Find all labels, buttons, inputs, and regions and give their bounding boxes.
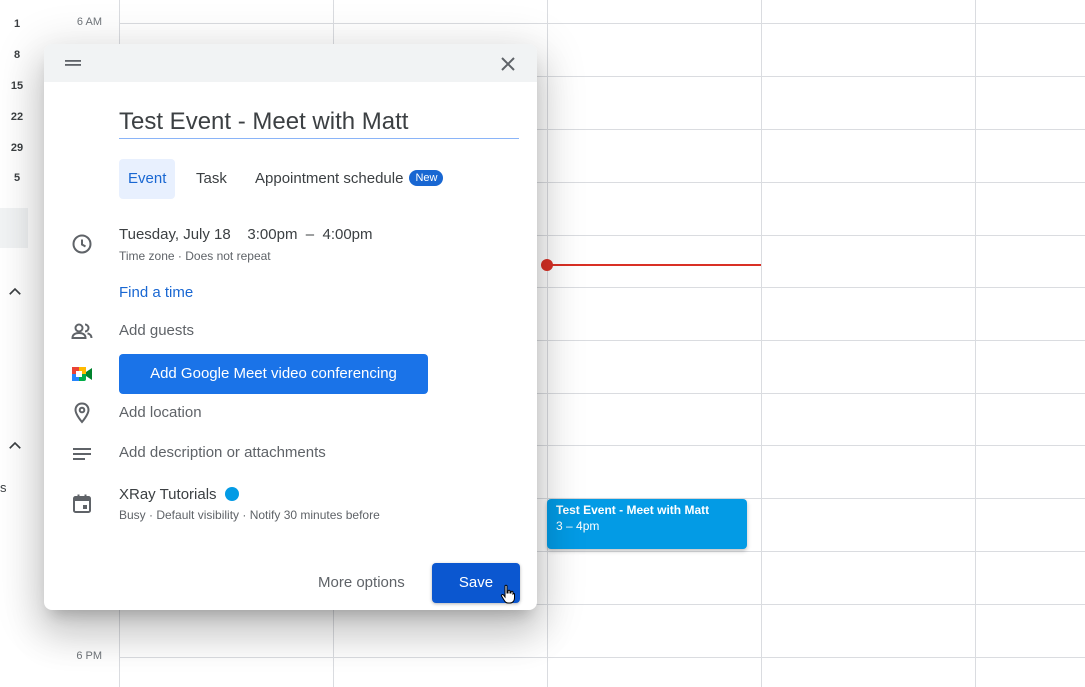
event-datetime[interactable]: Tuesday, July 18 3:00pm – 4:00pm: [119, 226, 373, 243]
mini-calendar-date[interactable]: 1: [0, 18, 34, 30]
description-icon: [73, 448, 91, 460]
tab-label: Event: [128, 170, 167, 187]
hour-line: [119, 23, 1085, 24]
new-badge: New: [409, 170, 444, 187]
tab-event[interactable]: Event: [119, 159, 176, 199]
calendar-icon: [73, 494, 91, 513]
calendar-selector[interactable]: XRay Tutorials: [119, 486, 239, 503]
time-separator: –: [305, 226, 315, 243]
add-google-meet-button[interactable]: Add Google Meet video conferencing: [119, 354, 428, 394]
day-divider: [547, 0, 548, 687]
people-icon: [71, 323, 93, 339]
tab-label: Appointment schedule: [255, 170, 404, 187]
close-icon[interactable]: [496, 52, 520, 76]
calendar-color-dot[interactable]: [224, 487, 239, 501]
calendar-name: XRay Tutorials: [119, 486, 217, 503]
event-end-time[interactable]: 4:00pm: [322, 226, 372, 243]
event-title-input[interactable]: [119, 106, 519, 139]
event-block-title: Test Event - Meet with Matt: [556, 503, 710, 517]
chevron-up-icon[interactable]: [6, 283, 24, 301]
mini-calendar-date[interactable]: 5: [0, 172, 34, 184]
sidebar-text-fragment: s: [0, 480, 7, 495]
calendar-event-block[interactable]: Test Event - Meet with Matt 3 – 4pm: [547, 499, 747, 549]
add-guests[interactable]: Add guests: [119, 322, 194, 339]
mini-calendar-date[interactable]: 29: [0, 142, 34, 154]
location-pin-icon: [74, 402, 90, 424]
tab-label: Task: [196, 170, 227, 187]
google-meet-icon: [72, 367, 92, 381]
drag-handle-icon[interactable]: [65, 58, 81, 68]
chevron-up-icon[interactable]: [6, 437, 24, 455]
day-divider: [975, 0, 976, 687]
clock-icon: [72, 234, 92, 254]
hour-line: [119, 657, 1085, 658]
time-label-6am: 6 AM: [76, 16, 102, 28]
current-time-dot: [541, 259, 553, 271]
more-options-button[interactable]: More options: [304, 563, 419, 603]
timezone-repeat-line[interactable]: Time zone · Does not repeat: [119, 249, 271, 263]
add-description[interactable]: Add description or attachments: [119, 444, 326, 461]
hand-cursor-icon: [500, 584, 515, 604]
find-a-time-link[interactable]: Find a time: [119, 284, 193, 301]
mini-calendar-selected-week: [0, 208, 28, 248]
time-label-6pm: 6 PM: [76, 650, 102, 662]
tab-appointment-schedule[interactable]: Appointment schedule New: [255, 159, 444, 199]
dialog-header[interactable]: [44, 44, 537, 82]
event-block-time: 3 – 4pm: [556, 519, 600, 533]
add-location[interactable]: Add location: [119, 404, 202, 421]
mini-calendar-date[interactable]: 15: [0, 80, 34, 92]
current-time-line: [547, 264, 761, 266]
day-divider: [761, 0, 762, 687]
mini-calendar-date[interactable]: 8: [0, 49, 34, 61]
mini-calendar-date[interactable]: 22: [0, 111, 34, 123]
event-dialog: Event Task Appointment schedule New Tuesd…: [44, 44, 537, 610]
calendar-details[interactable]: Busy · Default visibility · Notify 30 mi…: [119, 508, 380, 522]
tab-task[interactable]: Task: [196, 159, 227, 199]
event-start-time[interactable]: 3:00pm: [247, 226, 297, 243]
event-date[interactable]: Tuesday, July 18: [119, 226, 231, 243]
